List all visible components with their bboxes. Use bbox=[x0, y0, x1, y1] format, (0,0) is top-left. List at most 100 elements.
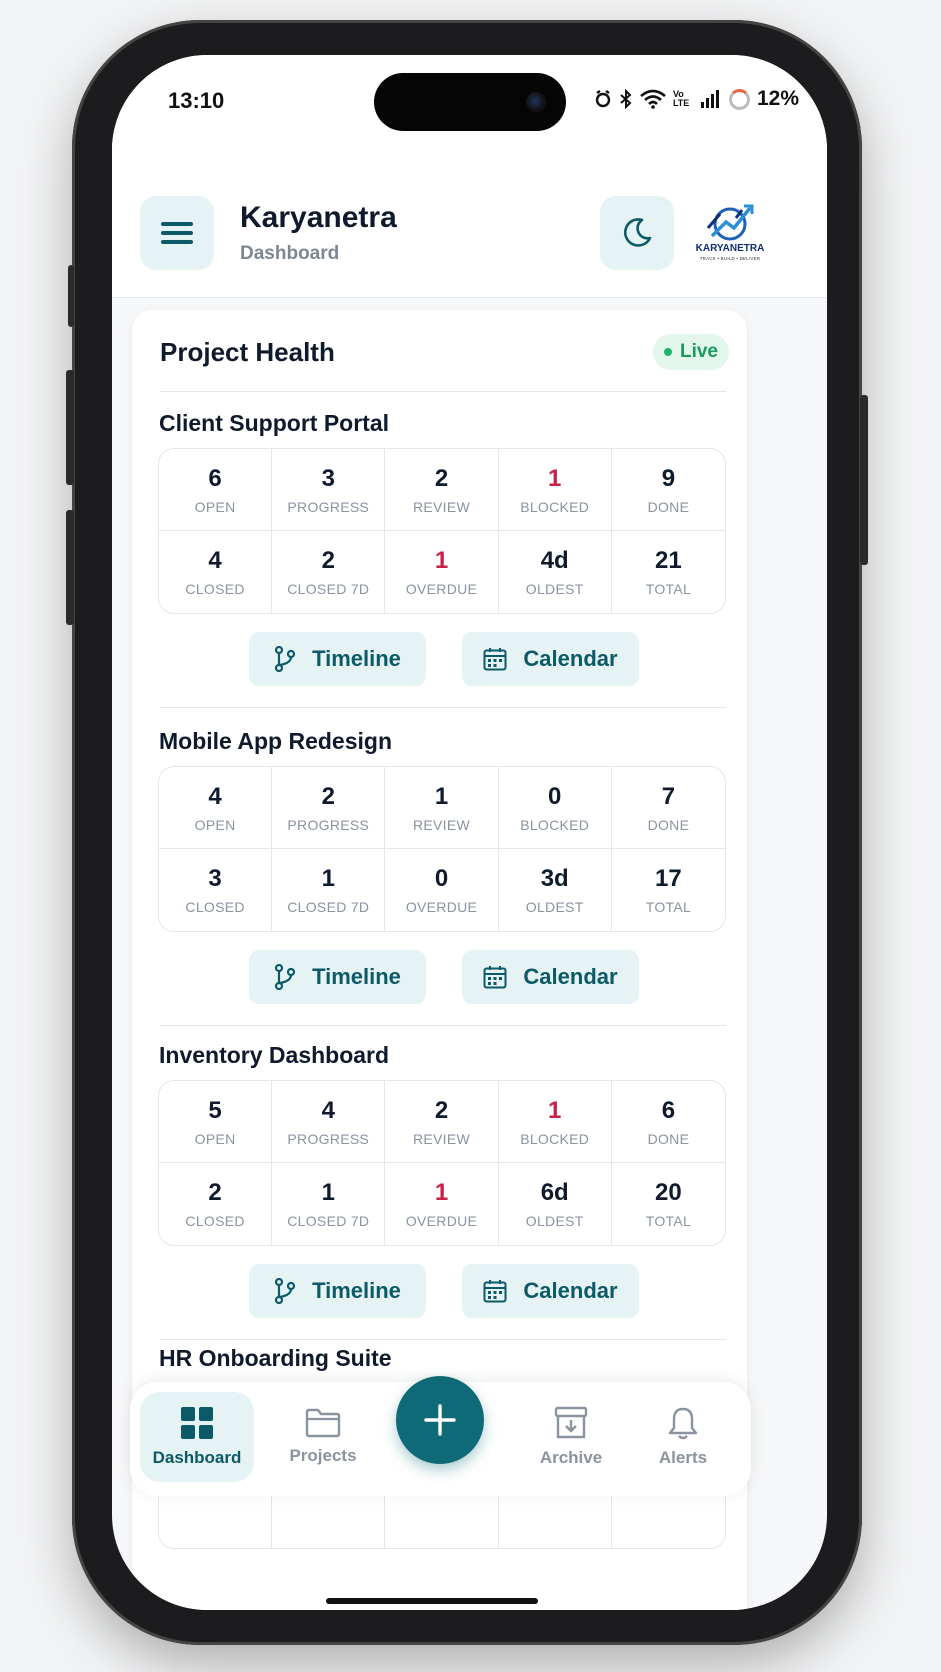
calendar-button[interactable]: Calendar bbox=[462, 950, 639, 1004]
stat-label: TOTAL bbox=[645, 581, 692, 597]
stat-cell: 1 OVERDUE bbox=[385, 1163, 499, 1245]
menu-button[interactable] bbox=[140, 196, 214, 270]
calendar-icon bbox=[483, 966, 507, 989]
folder-icon bbox=[305, 1408, 341, 1438]
stat-label: TOTAL bbox=[645, 899, 692, 915]
signal-icon bbox=[700, 90, 719, 108]
divider bbox=[160, 1339, 726, 1340]
stat-value: 4 bbox=[208, 782, 222, 810]
stat-label: PROGRESS bbox=[287, 1130, 370, 1147]
screen: 13:10 Vo LTE 12% Karyanetra Dashboard KA… bbox=[112, 55, 827, 1610]
logo-tagline: TRACK • BUILD • DELIVER bbox=[699, 256, 761, 261]
archive-icon bbox=[554, 1406, 588, 1439]
calendar-button[interactable]: Calendar bbox=[462, 1264, 639, 1318]
moon-icon bbox=[623, 218, 652, 247]
timeline-label: Timeline bbox=[312, 646, 401, 671]
timeline-button[interactable]: Timeline bbox=[249, 632, 426, 686]
dynamic-island bbox=[374, 73, 566, 131]
timeline-label: Timeline bbox=[312, 1278, 401, 1303]
stat-value: 0 bbox=[434, 865, 449, 892]
divider bbox=[160, 1025, 726, 1026]
stat-cell: 4 CLOSED bbox=[159, 531, 273, 613]
stat-cell: 0 OVERDUE bbox=[385, 849, 499, 931]
volte-label: Vo LTE bbox=[672, 89, 690, 108]
project-name: Client Support Portal bbox=[159, 410, 389, 436]
stat-value: 6 bbox=[661, 1096, 676, 1124]
timeline-button[interactable]: Timeline bbox=[249, 1264, 426, 1318]
nav-archive[interactable]: Archive bbox=[514, 1392, 628, 1482]
project-name: Mobile App Redesign bbox=[159, 728, 392, 754]
dark-mode-toggle[interactable] bbox=[600, 196, 674, 270]
plus-icon bbox=[424, 1404, 456, 1436]
timeline-label: Timeline bbox=[312, 964, 401, 989]
stat-value: 3 bbox=[321, 464, 335, 492]
stat-label: REVIEW bbox=[412, 498, 470, 515]
nav-dashboard[interactable]: Dashboard bbox=[140, 1392, 254, 1482]
page-subtitle: Dashboard bbox=[240, 243, 340, 264]
stats-grid: 4 OPEN 2 PROGRESS 1 REVIEW 0 BLOCKED 7 DONE 3 CLOSE… bbox=[158, 766, 726, 932]
live-label: Live bbox=[679, 341, 719, 362]
stat-label: CLOSED 7D bbox=[287, 581, 370, 597]
add-task-button[interactable] bbox=[396, 1376, 484, 1464]
stat-cell: 2 PROGRESS bbox=[272, 767, 386, 849]
stat-label: OLDEST bbox=[525, 899, 584, 915]
wifi-icon bbox=[640, 89, 666, 109]
project-section: Inventory Dashboard 5 OPEN 4 PROGRESS 2 REVIEW… bbox=[132, 1042, 747, 1340]
stat-value: 1 bbox=[434, 547, 449, 574]
stat-label: OVERDUE bbox=[405, 1213, 478, 1229]
stat-value: 20 bbox=[655, 1179, 682, 1206]
stat-label: CLOSED bbox=[185, 899, 245, 915]
nav-label: Archive bbox=[539, 1448, 603, 1467]
stat-value: 21 bbox=[655, 547, 682, 574]
calendar-button[interactable]: Calendar bbox=[462, 632, 639, 686]
stat-cell: 2 REVIEW bbox=[385, 449, 499, 531]
stat-label: PROGRESS bbox=[287, 498, 370, 515]
divider bbox=[160, 391, 726, 392]
stat-cell: 20 TOTAL bbox=[612, 1163, 725, 1245]
battery-icon bbox=[728, 88, 750, 110]
project-name: HR Onboarding Suite bbox=[159, 1345, 392, 1371]
stat-label: OLDEST bbox=[525, 1213, 584, 1229]
stat-cell: 1 CLOSED 7D bbox=[272, 849, 386, 931]
nav-alerts[interactable]: Alerts bbox=[626, 1392, 740, 1482]
stat-label: OPEN bbox=[194, 498, 236, 515]
stat-cell: 3 CLOSED bbox=[159, 849, 273, 931]
stat-label: DONE bbox=[647, 816, 690, 833]
timeline-button[interactable]: Timeline bbox=[249, 950, 426, 1004]
brand-logo: KARYANETRA TRACK • BUILD • DELIVER bbox=[692, 200, 768, 270]
stat-cell: 2 CLOSED bbox=[159, 1163, 273, 1245]
battery-percent: 12% bbox=[756, 87, 799, 110]
stat-value: 4 bbox=[321, 1096, 335, 1124]
stats-grid: 6 OPEN 3 PROGRESS 2 REVIEW 1 BLOCKED 9 DONE 4 CLOSE… bbox=[158, 448, 726, 614]
stat-cell: 2 CLOSED 7D bbox=[272, 531, 386, 613]
calendar-icon bbox=[483, 1280, 507, 1303]
stat-value: 5 bbox=[208, 1096, 222, 1124]
nav-label: Alerts bbox=[658, 1448, 708, 1467]
stat-label: PROGRESS bbox=[287, 816, 370, 833]
stat-label: OVERDUE bbox=[405, 899, 478, 915]
stat-cell: 1 BLOCKED bbox=[498, 449, 612, 531]
stat-value: 1 bbox=[548, 1096, 562, 1124]
stat-label: DONE bbox=[647, 498, 690, 515]
stat-label: BLOCKED bbox=[520, 1130, 590, 1147]
stat-value: 2 bbox=[321, 782, 335, 810]
nav-projects[interactable]: Projects bbox=[266, 1392, 380, 1482]
stat-label: BLOCKED bbox=[520, 498, 590, 515]
stat-label: CLOSED 7D bbox=[287, 1213, 370, 1229]
stat-label: CLOSED bbox=[185, 581, 245, 597]
stat-value: 4d bbox=[540, 547, 569, 574]
stat-value: 0 bbox=[548, 782, 562, 810]
stat-value: 2 bbox=[321, 547, 335, 574]
stat-value: 1 bbox=[548, 464, 562, 492]
card-title: Project Health bbox=[160, 337, 335, 367]
stat-label: REVIEW bbox=[412, 1130, 470, 1147]
logo-mark-icon bbox=[706, 204, 754, 241]
live-badge: Live bbox=[653, 334, 729, 370]
stat-label: OPEN bbox=[194, 1130, 236, 1147]
alarm-icon bbox=[595, 90, 611, 108]
live-dot-icon bbox=[663, 348, 672, 356]
power-button bbox=[860, 395, 868, 565]
stat-value: 1 bbox=[321, 1179, 335, 1206]
stat-cell: 4 OPEN bbox=[159, 767, 273, 849]
status-time: 13:10 bbox=[168, 88, 225, 113]
